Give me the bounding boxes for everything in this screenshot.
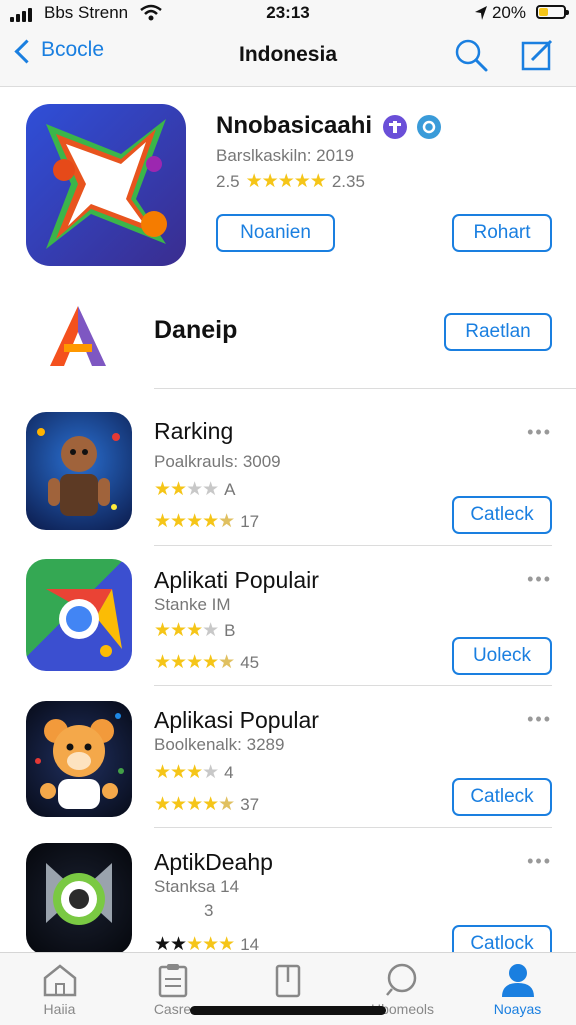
- location-icon: [475, 6, 487, 20]
- rating-count: 37: [240, 794, 260, 814]
- app-name: Rarking: [154, 418, 234, 444]
- compose-icon[interactable]: [518, 36, 556, 74]
- rating-text: 3: [204, 901, 214, 920]
- app-name: AptikDeahp: [154, 849, 273, 875]
- featured-left-button[interactable]: Noanien: [216, 214, 335, 252]
- person-icon: [502, 964, 534, 997]
- app-name: Aplikati Populair: [154, 567, 319, 593]
- featured-app-rating: 2.5 ★★★★★ 2.35: [216, 170, 365, 193]
- rating-count: 2.35: [331, 171, 365, 191]
- app-name: Aplikasi Popular: [154, 707, 319, 733]
- more-options-icon[interactable]: •••: [527, 422, 552, 443]
- get-button[interactable]: Catleck: [452, 778, 552, 816]
- app-meta: Stanksa 14: [154, 877, 240, 896]
- browser-icon: [46, 589, 122, 657]
- star-rating-icon: ★★★★: [154, 762, 219, 783]
- rating-row: ★★★★★ 45: [154, 651, 259, 674]
- app-name: Daneip: [154, 316, 238, 344]
- featured-app-icon[interactable]: [26, 104, 186, 266]
- rating-text: A: [224, 479, 236, 499]
- featured-app-title: Nnobasicaahi: [216, 112, 442, 140]
- search-icon: [386, 963, 417, 996]
- battery-percent: 20%: [491, 3, 526, 22]
- list-item[interactable]: Rarking ••• Poalkrauls: 3009 ★★★★ A ★★★★…: [0, 390, 576, 545]
- app-icon: [26, 559, 132, 671]
- featured-app-name: Nnobasicaahi: [216, 112, 373, 139]
- app-icon: [26, 412, 132, 530]
- card-icon: [275, 964, 301, 998]
- list-item[interactable]: Aplikasi Popular ••• Boolkenalk: 3289 ★★…: [0, 687, 576, 827]
- list-item[interactable]: Aplikati Populair ••• Stanke IM ★★★★ B ★…: [0, 547, 576, 685]
- target-icon: [46, 863, 112, 925]
- tab-label: Noayas: [493, 1001, 542, 1017]
- get-button[interactable]: Raetlan: [444, 313, 552, 351]
- get-button[interactable]: Catleck: [452, 496, 552, 534]
- get-button[interactable]: Uoleck: [452, 637, 552, 675]
- bear-icon: [35, 713, 124, 809]
- app-logo-icon: [50, 306, 106, 366]
- divider: [154, 545, 552, 546]
- rating-row: ★★★★★ 17: [154, 510, 259, 533]
- list-item[interactable]: Daneip Raetlan: [0, 282, 576, 388]
- featured-right-button[interactable]: Rohart: [452, 214, 552, 252]
- tab-label: Haiia: [43, 1001, 76, 1017]
- battery-icon: [536, 5, 569, 19]
- featured-app-subtitle: Barslkaskiln: 2019: [216, 146, 354, 165]
- app-meta: Poalkrauls: 3009: [154, 452, 281, 471]
- search-icon[interactable]: [452, 36, 490, 74]
- rating-row: ★★★★ A: [154, 478, 236, 501]
- verified-badge-icon: [417, 114, 442, 139]
- tab-home[interactable]: Haiia: [2, 953, 117, 1025]
- divider: [154, 388, 576, 389]
- rating-count: 17: [240, 511, 260, 531]
- divider: [154, 827, 552, 828]
- rating-count: 45: [240, 652, 260, 672]
- home-indicator[interactable]: [190, 1006, 386, 1015]
- info-badge-icon: [382, 114, 407, 139]
- star-rating-icon: ★★★★★: [154, 794, 235, 815]
- rating-row: ★★★★★ 37: [154, 793, 259, 816]
- star-shape-icon: [46, 119, 167, 249]
- more-options-icon[interactable]: •••: [527, 709, 552, 730]
- star-rating-icon: ★★★★★: [245, 171, 327, 192]
- featured-app: Nnobasicaahi Barslkaskiln: 2019 2.5 ★★★★…: [0, 86, 576, 282]
- navigation-bar: Bcocle Indonesia: [0, 28, 576, 87]
- character-icon: [37, 428, 120, 516]
- status-bar: Bbs Strenn 23:13 20%: [0, 0, 576, 28]
- app-meta: Stanke IM: [154, 595, 231, 614]
- tab-profile[interactable]: Noayas: [460, 953, 575, 1025]
- rating-text: B: [224, 620, 236, 640]
- divider: [154, 685, 552, 686]
- rating-text: 4: [224, 762, 234, 782]
- clipboard-icon: [158, 964, 188, 998]
- rating-row: ★★★★ 4: [154, 761, 234, 784]
- rating-row: ★★★★ B: [154, 619, 236, 642]
- home-icon: [43, 964, 77, 997]
- more-options-icon[interactable]: •••: [527, 851, 552, 872]
- app-meta: Boolkenalk: 3289: [154, 735, 285, 754]
- app-icon: [26, 701, 132, 817]
- star-rating-icon: ★★★★★: [154, 511, 235, 532]
- clock: 23:13: [266, 3, 310, 22]
- star-rating-icon: ★★★★: [154, 479, 219, 500]
- rating-value: 2.5: [216, 171, 240, 191]
- star-rating-icon: ★★★★★: [154, 652, 235, 673]
- app-icon: [26, 843, 132, 955]
- star-rating-icon: ★★★★: [154, 620, 219, 641]
- rating-row: 3: [204, 901, 213, 921]
- list-item[interactable]: AptikDeahp ••• Stanksa 14 3 ★★★★★ 14 Cat…: [0, 829, 576, 963]
- more-options-icon[interactable]: •••: [527, 569, 552, 590]
